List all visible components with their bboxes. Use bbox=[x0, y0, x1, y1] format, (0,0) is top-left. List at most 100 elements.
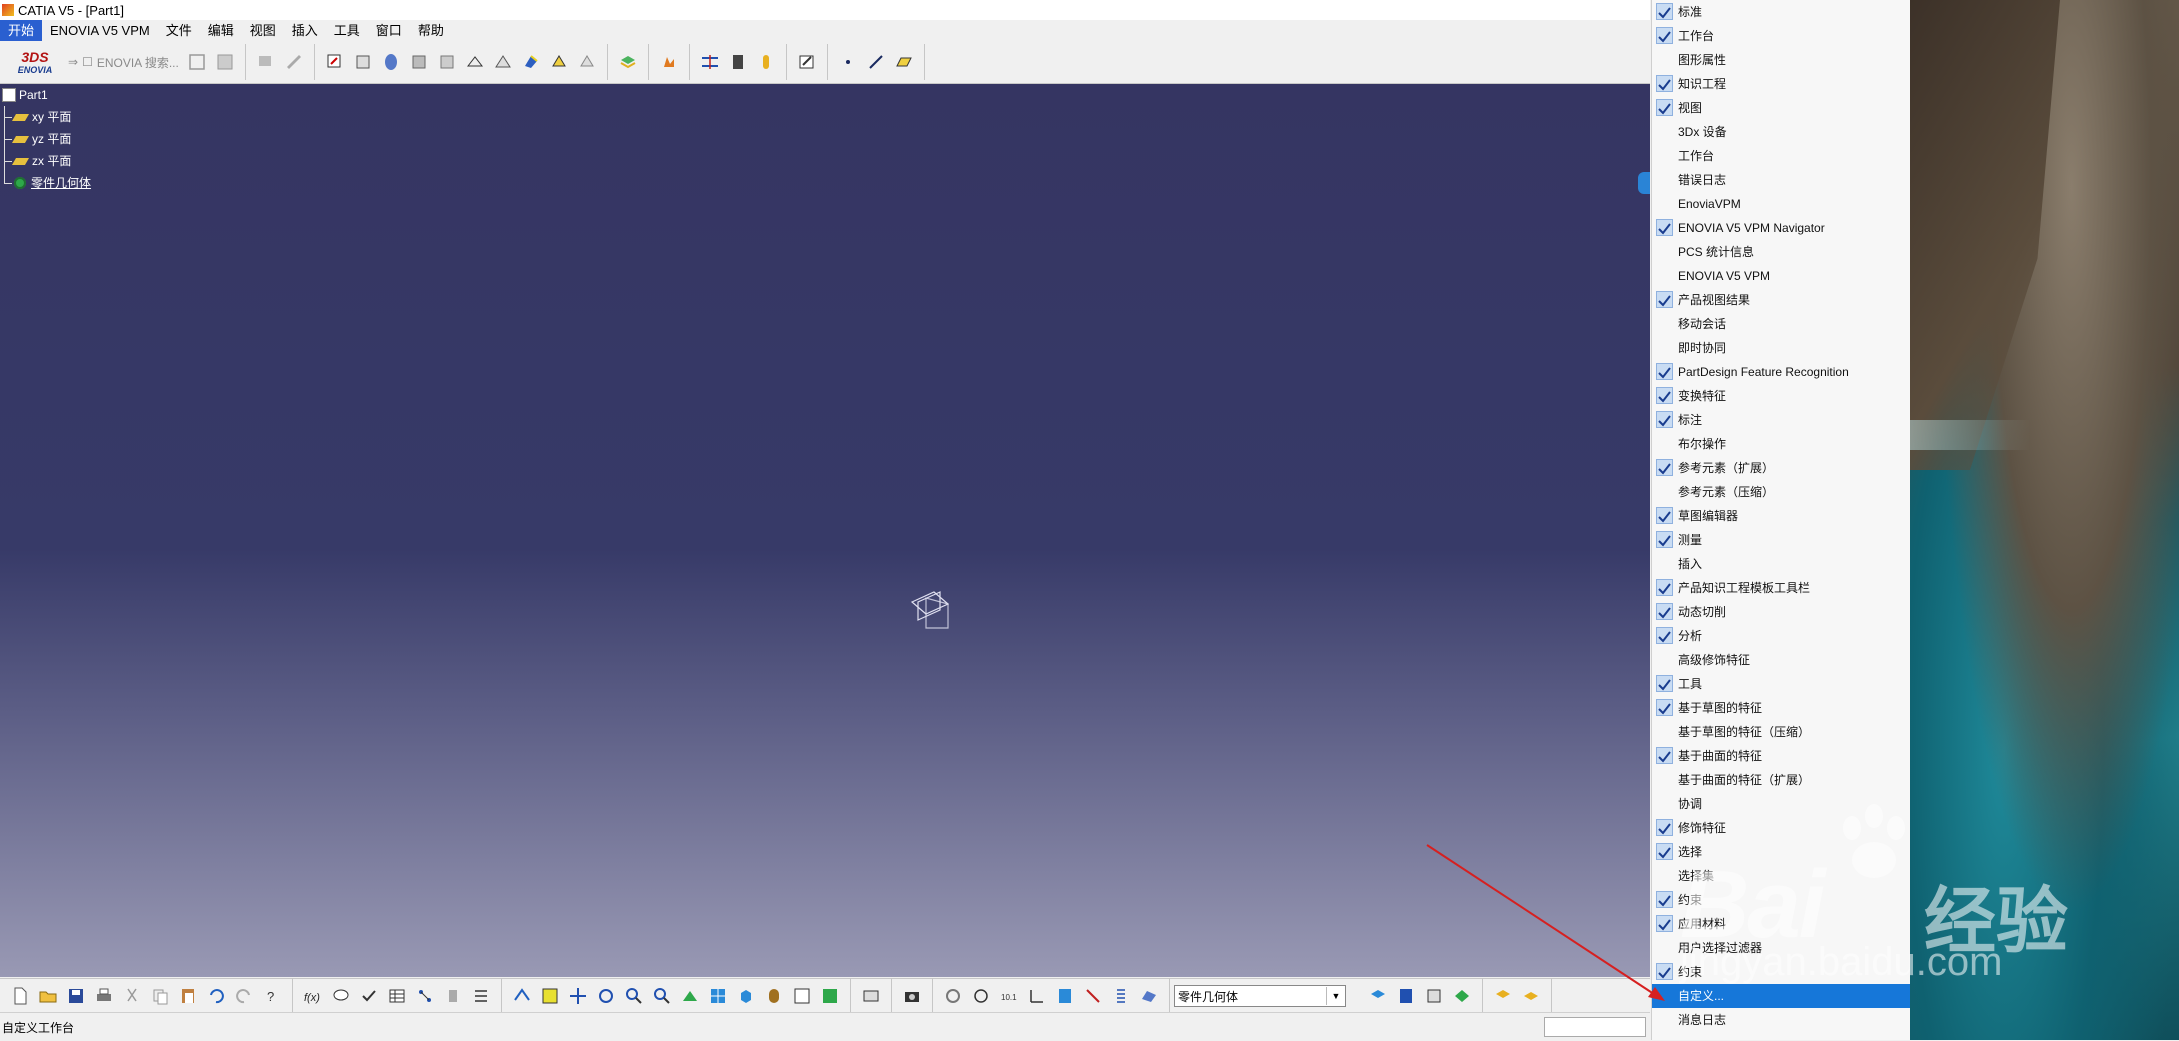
menu-item[interactable]: PCS 统计信息 bbox=[1652, 240, 1910, 264]
fillet-icon[interactable] bbox=[491, 50, 515, 74]
menu-item[interactable]: 参考元素（扩展） bbox=[1652, 456, 1910, 480]
menu-item[interactable]: 知识工程 bbox=[1652, 72, 1910, 96]
menu-item[interactable]: 约束 bbox=[1652, 888, 1910, 912]
shaft-icon[interactable] bbox=[379, 50, 403, 74]
menu-item[interactable]: 工作台 bbox=[1652, 144, 1910, 168]
menu-item[interactable]: 参考元素（压缩） bbox=[1652, 480, 1910, 504]
menu-item[interactable]: 应用材料 bbox=[1652, 912, 1910, 936]
product-icon[interactable] bbox=[254, 50, 278, 74]
open-folder-icon[interactable] bbox=[36, 984, 60, 1008]
catalog-icon[interactable] bbox=[1366, 984, 1390, 1008]
enovia-tool-icon[interactable] bbox=[185, 50, 209, 74]
menu-item[interactable]: 基于草图的特征 bbox=[1652, 696, 1910, 720]
normal-view-icon[interactable] bbox=[678, 984, 702, 1008]
fly-mode-icon[interactable] bbox=[510, 984, 534, 1008]
menu-item[interactable]: 布尔操作 bbox=[1652, 432, 1910, 456]
menu-item[interactable]: 消息日志 bbox=[1652, 1008, 1910, 1032]
hand-icon[interactable] bbox=[969, 984, 993, 1008]
menu-item[interactable]: EnoviaVPM bbox=[1652, 192, 1910, 216]
rendering-icon[interactable] bbox=[1450, 984, 1474, 1008]
compass-toggle-tab[interactable] bbox=[1638, 172, 1650, 194]
new-file-icon[interactable] bbox=[8, 984, 32, 1008]
menu-item[interactable]: 图形属性 bbox=[1652, 48, 1910, 72]
whats-this-icon[interactable]: ? bbox=[260, 984, 284, 1008]
plane-icon[interactable] bbox=[892, 50, 916, 74]
menu-item[interactable]: 草图编辑器 bbox=[1652, 504, 1910, 528]
swap-visible-icon[interactable] bbox=[818, 984, 842, 1008]
quick-view-icon[interactable] bbox=[734, 984, 758, 1008]
point-icon[interactable] bbox=[836, 50, 860, 74]
menu-item[interactable]: 用户选择过滤器 bbox=[1652, 936, 1910, 960]
menu-item[interactable]: 3Dx 设备 bbox=[1652, 120, 1910, 144]
copy-icon[interactable] bbox=[148, 984, 172, 1008]
menu-item[interactable]: 工具 bbox=[1652, 672, 1910, 696]
geometry-select[interactable]: 零件几何体 ▼ bbox=[1174, 985, 1346, 1007]
axis-system-icon[interactable] bbox=[1025, 984, 1049, 1008]
menu-item[interactable]: 工作台 bbox=[1652, 24, 1910, 48]
stack-icon[interactable] bbox=[1491, 984, 1515, 1008]
menu-item[interactable]: 插入 bbox=[1652, 552, 1910, 576]
menu-item[interactable]: 选择 bbox=[1652, 840, 1910, 864]
grid-values-icon[interactable]: 10.1 bbox=[997, 984, 1021, 1008]
update-icon[interactable] bbox=[941, 984, 965, 1008]
multi-view-icon[interactable] bbox=[706, 984, 730, 1008]
scene-icon[interactable] bbox=[1422, 984, 1446, 1008]
surface-feature-icon[interactable] bbox=[519, 50, 543, 74]
enovia-search-checkbox[interactable]: ☐ bbox=[82, 55, 93, 69]
menu-item[interactable]: 标注 bbox=[1652, 408, 1910, 432]
hand-tool-icon[interactable] bbox=[657, 50, 681, 74]
menu-item[interactable]: 即时协同 bbox=[1652, 336, 1910, 360]
scan-icon[interactable] bbox=[1137, 984, 1161, 1008]
menu-item[interactable]: 修饰特征 bbox=[1652, 816, 1910, 840]
menu-item[interactable]: 协调 bbox=[1652, 792, 1910, 816]
menu-item[interactable]: 基于草图的特征（压缩） bbox=[1652, 720, 1910, 744]
cut-icon[interactable] bbox=[120, 984, 144, 1008]
tree-node-yz-plane[interactable]: yz 平面 bbox=[0, 128, 91, 150]
zoom-out-icon[interactable] bbox=[650, 984, 674, 1008]
menu-item[interactable]: 约束 bbox=[1652, 960, 1910, 984]
menu-item[interactable]: 自定义... bbox=[1652, 984, 1910, 1008]
menu-item[interactable]: 产品知识工程模板工具栏 bbox=[1652, 576, 1910, 600]
chevron-down-icon[interactable]: ▼ bbox=[1326, 987, 1345, 1005]
tree-node-zx-plane[interactable]: zx 平面 bbox=[0, 150, 91, 172]
menu-item[interactable]: 高级修饰特征 bbox=[1652, 648, 1910, 672]
check-icon[interactable] bbox=[357, 984, 381, 1008]
menu-item[interactable]: 错误日志 bbox=[1652, 168, 1910, 192]
hole-icon[interactable] bbox=[463, 50, 487, 74]
enovia-save-icon[interactable] bbox=[213, 50, 237, 74]
enovia-search[interactable]: ⇒ ☐ ENOVIA 搜索... bbox=[64, 54, 183, 71]
menu-item[interactable]: 基于曲面的特征 bbox=[1652, 744, 1910, 768]
menu-help[interactable]: 帮助 bbox=[410, 20, 452, 41]
menu-item[interactable]: ENOVIA V5 VPM Navigator bbox=[1652, 216, 1910, 240]
menu-item[interactable]: PartDesign Feature Recognition bbox=[1652, 360, 1910, 384]
menu-item[interactable]: 标准 bbox=[1652, 0, 1910, 24]
menu-item[interactable]: 基于曲面的特征（扩展） bbox=[1652, 768, 1910, 792]
dynamic-sectioning-icon[interactable] bbox=[1394, 984, 1418, 1008]
pan-icon[interactable] bbox=[566, 984, 590, 1008]
list-icon[interactable] bbox=[1109, 984, 1133, 1008]
3d-viewport[interactable]: Part1 xy 平面 yz 平面 zx 平面 零件几何体 bbox=[0, 84, 1650, 977]
menu-item[interactable]: 产品视图结果 bbox=[1652, 288, 1910, 312]
menu-file[interactable]: 文件 bbox=[158, 20, 200, 41]
measure-inertia-icon[interactable] bbox=[754, 50, 778, 74]
tree-node-xy-plane[interactable]: xy 平面 bbox=[0, 106, 91, 128]
print-icon[interactable] bbox=[92, 984, 116, 1008]
menu-item[interactable]: 动态切削 bbox=[1652, 600, 1910, 624]
menu-item[interactable]: 视图 bbox=[1652, 96, 1910, 120]
tree-node-part-body[interactable]: 零件几何体 bbox=[0, 172, 91, 194]
multi-section-icon[interactable] bbox=[435, 50, 459, 74]
menu-item[interactable]: 变换特征 bbox=[1652, 384, 1910, 408]
tree-root[interactable]: Part1 bbox=[0, 84, 91, 106]
transform-icon[interactable] bbox=[859, 984, 883, 1008]
knowledge-list-icon[interactable] bbox=[469, 984, 493, 1008]
save-icon[interactable] bbox=[64, 984, 88, 1008]
work-on-support-icon[interactable] bbox=[1053, 984, 1077, 1008]
hide-show-icon[interactable] bbox=[790, 984, 814, 1008]
shading-icon[interactable] bbox=[762, 984, 786, 1008]
stack-alt-icon[interactable] bbox=[1519, 984, 1543, 1008]
draft-icon[interactable] bbox=[575, 50, 599, 74]
design-table-icon[interactable] bbox=[385, 984, 409, 1008]
menu-start[interactable]: 开始 bbox=[0, 20, 43, 41]
measure-item-icon[interactable] bbox=[726, 50, 750, 74]
menu-tools[interactable]: 工具 bbox=[326, 20, 368, 41]
